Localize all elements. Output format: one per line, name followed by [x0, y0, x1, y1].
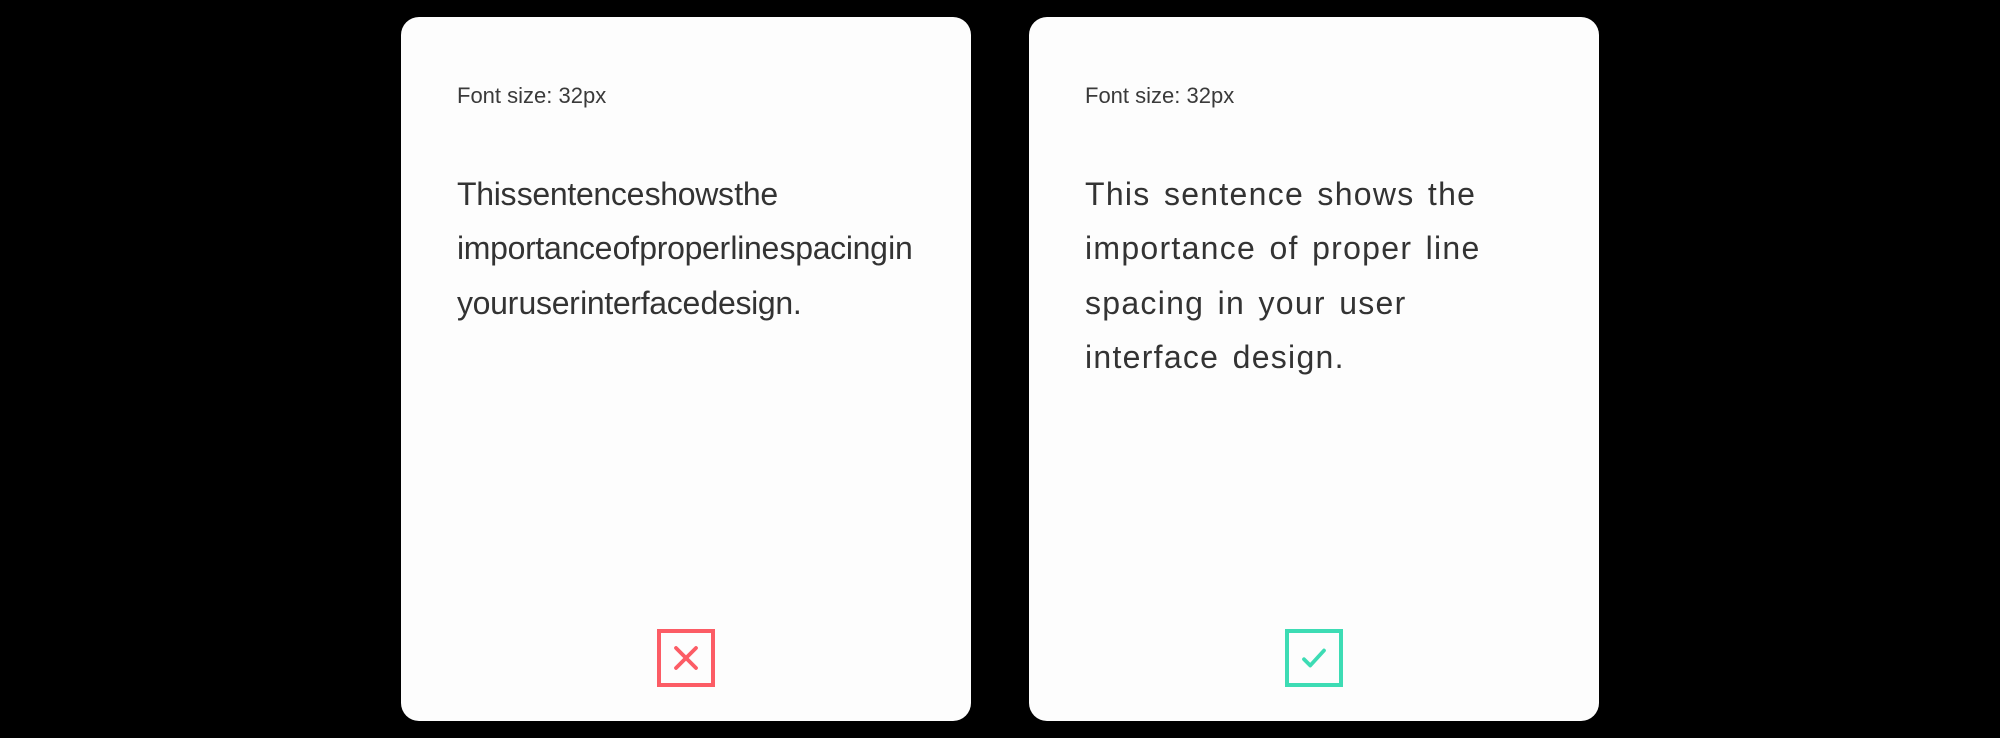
- font-size-label: Font size: 32px: [1085, 83, 1543, 109]
- x-icon: [671, 643, 701, 673]
- status-badge-success: [1285, 629, 1343, 687]
- status-badge-error: [657, 629, 715, 687]
- example-card-bad: Font size: 32px This sentence shows the …: [401, 17, 971, 721]
- font-size-label: Font size: 32px: [457, 83, 915, 109]
- check-icon: [1299, 643, 1329, 673]
- sample-text-bad-spacing: This sentence shows the importance of pr…: [457, 167, 915, 330]
- example-card-good: Font size: 32px This sentence shows the …: [1029, 17, 1599, 721]
- sample-text-good-spacing: This sentence shows the importance of pr…: [1085, 167, 1543, 385]
